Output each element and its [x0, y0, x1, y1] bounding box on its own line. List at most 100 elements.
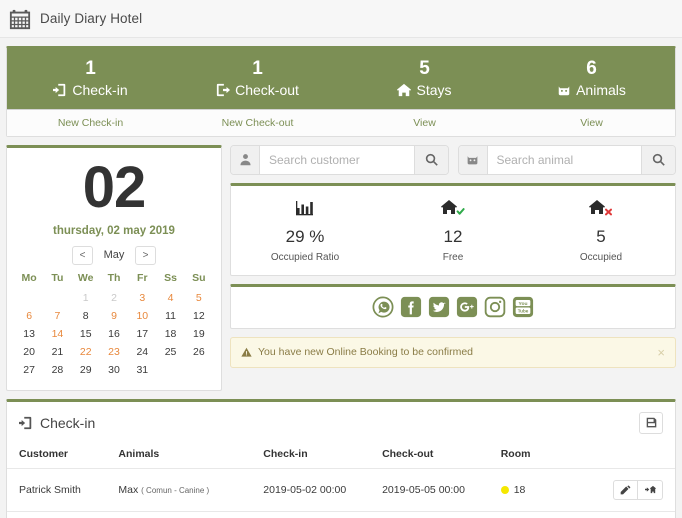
kpi-checkin[interactable]: 1 Check-in [7, 49, 174, 109]
search-customer-input[interactable] [260, 145, 414, 174]
calendar-day-23[interactable]: 23 [100, 345, 128, 360]
calendar-full-date: thursday, 02 may 2019 [53, 224, 175, 237]
calendar-day-13[interactable]: 13 [15, 327, 43, 342]
cell-animal: Max ( Comun - Canine ) [106, 467, 252, 512]
kpi-animals-label: Animals [576, 81, 626, 98]
edit-button[interactable] [613, 479, 638, 500]
alert-text: You have new Online Booking to be confir… [258, 346, 474, 359]
kpi-checkin-label: Check-in [72, 81, 128, 98]
search-customer-button[interactable] [413, 145, 448, 174]
alert-close-icon[interactable]: × [657, 346, 665, 359]
cell-actions [600, 467, 675, 512]
calendar-day-17[interactable]: 17 [128, 327, 156, 342]
youtube-icon[interactable]: You Tube [512, 296, 534, 318]
calendar-day-7[interactable]: 7 [43, 309, 71, 324]
animal-breed: ( Comun - Canine ) [141, 485, 210, 495]
svg-text:Tube: Tube [518, 308, 529, 313]
facebook-icon[interactable] [400, 296, 422, 318]
calendar-day-2[interactable]: 2 [100, 291, 128, 306]
stat-occupied-ratio-label: Occupied Ratio [270, 251, 340, 263]
calendar-day-10[interactable]: 10 [128, 309, 156, 324]
calendar-day-27[interactable]: 27 [15, 363, 43, 378]
stat-occupied-value: 5 [596, 226, 606, 246]
kpi-animals-value: 6 [586, 58, 597, 79]
cell-room: 03.Large dogs [488, 510, 601, 518]
calendar-day-25[interactable]: 25 [156, 345, 184, 360]
kpi-checkout-label: Check-out [235, 81, 299, 98]
kpi-animals[interactable]: 6 Animals [508, 49, 675, 109]
save-icon [646, 417, 657, 428]
col-animals: Animals [118, 447, 160, 460]
calendar-day-16[interactable]: 16 [100, 327, 128, 342]
calendar-day-5[interactable]: 5 [185, 291, 213, 306]
calendar-dow-ss: Ss [164, 271, 177, 284]
calendar-day-26[interactable]: 26 [185, 345, 213, 360]
stat-free: 12 Free [379, 196, 527, 263]
search-animal-input[interactable] [487, 145, 641, 174]
kpi-link-view-animals[interactable]: View [508, 110, 675, 136]
checkin-export-button[interactable] [639, 411, 663, 434]
calendar-day-21[interactable]: 21 [43, 345, 71, 360]
checkout-icon [644, 484, 656, 495]
calendar-day-11[interactable]: 11 [156, 309, 184, 324]
cell-checkout: 2019-05-05 00:00 [370, 467, 489, 512]
kpi-link-new-checkin[interactable]: New Check-in [7, 110, 174, 136]
kpi-checkout-label-row: Check-out [174, 82, 341, 98]
row-actions [613, 479, 669, 500]
calendar-day-30[interactable]: 30 [100, 363, 128, 378]
kpi-stays[interactable]: 5 Stays [341, 49, 508, 109]
sign-in-icon [19, 416, 33, 430]
twitter-icon[interactable] [428, 296, 450, 318]
calendar-day-empty [185, 363, 213, 378]
table-row: Sam CollinsBoomer ( Beagle - Canine )201… [7, 510, 675, 518]
calendar-day-31[interactable]: 31 [128, 363, 156, 378]
google-plus-icon[interactable] [456, 296, 478, 318]
calendar-day-empty [43, 291, 71, 306]
kpi-links-row: New Check-in New Check-out View View [7, 108, 675, 136]
calendar-day-4[interactable]: 4 [156, 291, 184, 306]
calendar-day-3[interactable]: 3 [128, 291, 156, 306]
calendar-day-22[interactable]: 22 [72, 345, 100, 360]
calendar-day-12[interactable]: 12 [185, 309, 213, 324]
calendar-day-15[interactable]: 15 [72, 327, 100, 342]
calendar-day-29[interactable]: 29 [72, 363, 100, 378]
calendar-day-8[interactable]: 8 [72, 309, 100, 324]
calendar-day-1[interactable]: 1 [72, 291, 100, 306]
calendar-day-28[interactable]: 28 [43, 363, 71, 378]
kpi-checkout[interactable]: 1 Check-out [174, 49, 341, 109]
edit-icon [620, 484, 631, 495]
cell-checkin: 2019-02-01 00:00Overdue [251, 510, 371, 518]
calendar-column: 02 thursday, 02 may 2019 < May > Mo Tu We T… [6, 144, 222, 391]
calendar-day-19[interactable]: 19 [185, 327, 213, 342]
search-animal-button[interactable] [641, 145, 675, 174]
calendar-day-18[interactable]: 18 [156, 327, 184, 342]
calendar-day-24[interactable]: 24 [128, 345, 156, 360]
animal-search-group [457, 144, 676, 175]
stat-occupied-label: Occupied [579, 251, 623, 263]
cell-checkin: 2019-05-02 00:00 [251, 467, 371, 512]
kpi-link-new-checkout[interactable]: New Check-out [174, 110, 341, 136]
customer-search-group [230, 144, 449, 175]
calendar-next-button[interactable]: > [135, 245, 156, 265]
calendar-day-14[interactable]: 14 [43, 327, 71, 342]
instagram-icon[interactable] [484, 296, 506, 318]
svg-text:You: You [519, 301, 528, 307]
cell-checkout: 2019-02-06 00:00 [370, 510, 489, 518]
kpi-link-view-stays[interactable]: View [341, 110, 508, 136]
paw-cat-icon [557, 83, 571, 97]
room-label: 18 [513, 483, 526, 496]
checkout-button[interactable] [638, 479, 663, 500]
kpi-stays-label-row: Stays [341, 82, 508, 98]
calendar-day-6[interactable]: 6 [15, 309, 43, 324]
home-times-icon [527, 196, 675, 220]
calendar-day-9[interactable]: 9 [100, 309, 128, 324]
online-booking-alert: You have new Online Booking to be confir… [230, 336, 676, 368]
stat-occupied-ratio-value: 29 % [285, 226, 325, 246]
animal-name: Max [118, 483, 139, 496]
whatsapp-icon[interactable] [372, 296, 394, 318]
cell-room: 18 [488, 467, 601, 512]
cell-customer: Sam Collins [7, 510, 107, 518]
calendar-day-20[interactable]: 20 [15, 345, 43, 360]
calendar-prev-button[interactable]: < [72, 245, 93, 265]
calendar-day-empty [156, 363, 184, 378]
